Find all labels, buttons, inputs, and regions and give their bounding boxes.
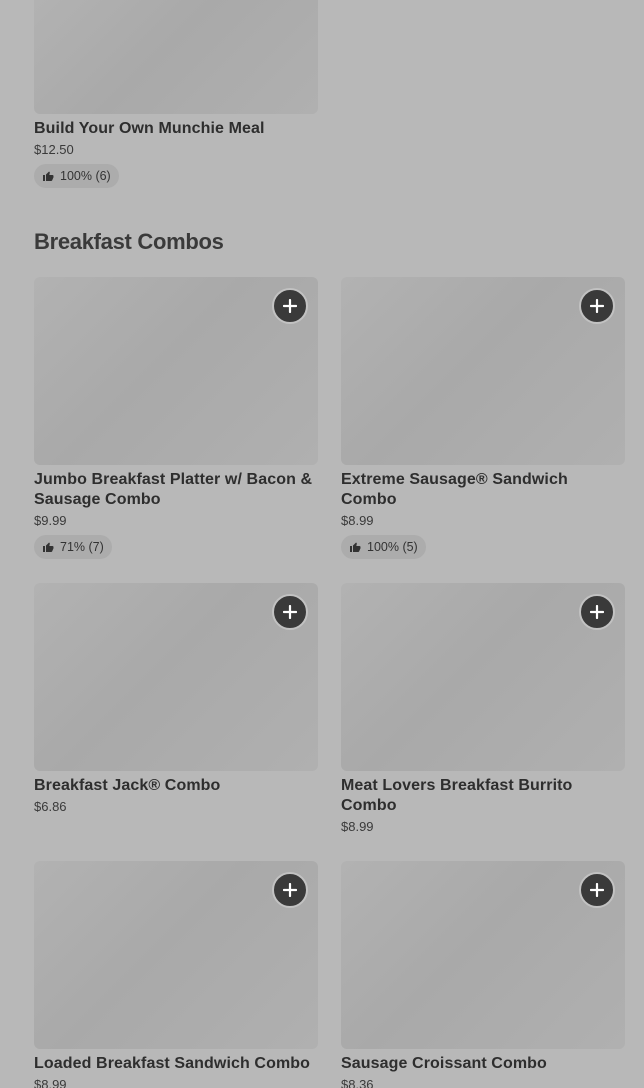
menu-item-card[interactable]: Breakfast Jack® Combo $6.86 <box>34 583 318 816</box>
rating-text: 100% (6) <box>60 169 111 183</box>
thumbs-up-icon <box>43 171 54 181</box>
item-price: $12.50 <box>34 142 74 157</box>
item-name: Build Your Own Munchie Meal <box>34 120 265 137</box>
plus-icon <box>283 605 297 619</box>
menu-item-card[interactable]: Extreme Sausage® Sandwich Combo $8.99 10… <box>341 277 625 559</box>
item-image[interactable] <box>34 583 318 771</box>
rating-badge: 100% (5) <box>341 535 426 559</box>
add-button[interactable] <box>579 288 615 324</box>
item-image[interactable] <box>341 277 625 465</box>
item-price: $8.36 <box>341 1077 374 1088</box>
add-button[interactable] <box>272 288 308 324</box>
item-name: Meat Lovers Breakfast Burrito Combo <box>341 777 573 814</box>
menu-item-card[interactable]: Build Your Own Munchie Meal $12.50 100% … <box>34 0 318 188</box>
item-image[interactable] <box>34 861 318 1049</box>
menu-page: Build Your Own Munchie Meal $12.50 100% … <box>0 0 644 1088</box>
plus-icon <box>590 883 604 897</box>
item-image[interactable] <box>341 583 625 771</box>
thumbs-up-icon <box>43 542 54 552</box>
item-name: Jumbo Breakfast Platter w/ Bacon & Sausa… <box>34 471 313 508</box>
item-price: $8.99 <box>341 513 374 528</box>
rating-text: 100% (5) <box>367 540 418 554</box>
item-price: $8.99 <box>341 819 374 834</box>
add-button[interactable] <box>272 872 308 908</box>
item-image[interactable] <box>34 0 318 114</box>
menu-item-card[interactable]: Jumbo Breakfast Platter w/ Bacon & Sausa… <box>34 277 318 559</box>
menu-item-card[interactable]: Meat Lovers Breakfast Burrito Combo $8.9… <box>341 583 625 836</box>
add-button[interactable] <box>579 594 615 630</box>
section-title: Breakfast Combos <box>34 229 224 254</box>
plus-icon <box>590 299 604 313</box>
item-name: Sausage Croissant Combo <box>341 1055 547 1072</box>
plus-icon <box>590 605 604 619</box>
add-button[interactable] <box>579 872 615 908</box>
item-price: $9.99 <box>34 513 67 528</box>
plus-icon <box>283 299 297 313</box>
thumbs-up-icon <box>350 542 361 552</box>
add-button[interactable] <box>272 594 308 630</box>
menu-item-card[interactable]: Loaded Breakfast Sandwich Combo $8.99 <box>34 861 318 1088</box>
plus-icon <box>283 883 297 897</box>
menu-item-card[interactable]: Sausage Croissant Combo $8.36 <box>341 861 625 1088</box>
rating-badge: 71% (7) <box>34 535 112 559</box>
item-name: Extreme Sausage® Sandwich Combo <box>341 471 568 508</box>
rating-badge: 100% (6) <box>34 164 119 188</box>
item-name: Breakfast Jack® Combo <box>34 777 221 794</box>
item-image[interactable] <box>341 861 625 1049</box>
item-image[interactable] <box>34 277 318 465</box>
rating-text: 71% (7) <box>60 540 104 554</box>
item-name: Loaded Breakfast Sandwich Combo <box>34 1055 311 1072</box>
item-price: $8.99 <box>34 1077 67 1088</box>
item-price: $6.86 <box>34 799 67 814</box>
